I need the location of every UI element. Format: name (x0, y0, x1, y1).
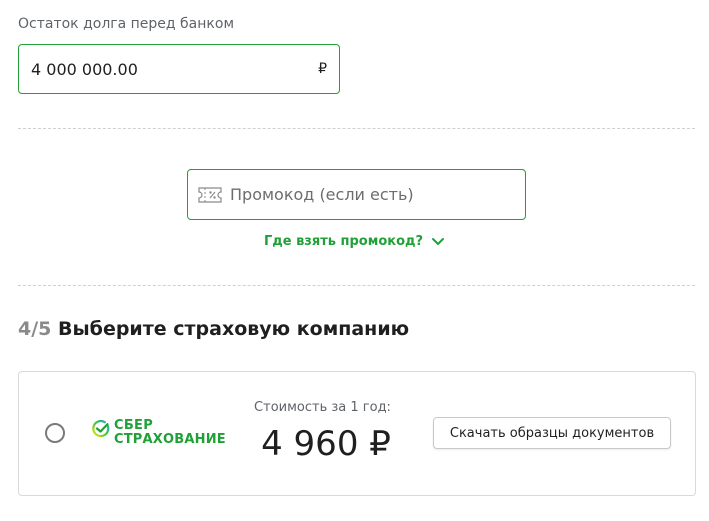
chevron-down-icon[interactable] (431, 237, 445, 247)
promo-code-input[interactable] (230, 185, 515, 204)
debt-currency: ₽ (318, 61, 327, 77)
download-samples-button[interactable]: Скачать образцы документов (433, 417, 671, 449)
section-divider (18, 285, 695, 286)
logo-line2: СТРАХОВАНИЕ (114, 432, 226, 447)
step-number: 4/5 (18, 318, 52, 340)
insurance-price: 4 960 ₽ (261, 424, 391, 464)
sber-logo-icon (92, 419, 110, 438)
step-title: Выберите страховую компанию (58, 318, 410, 340)
logo-line1: СБЕР (114, 418, 154, 433)
promo-help-label[interactable]: Где взять промокод? (264, 234, 423, 249)
debt-amount-value[interactable]: 4 000 000.00 (31, 60, 318, 79)
promo-help-link[interactable]: Где взять промокод? (0, 234, 709, 249)
sber-insurance-logo: СБЕР СТРАХОВАНИЕ (92, 419, 226, 447)
section-divider (18, 128, 695, 129)
debt-amount-field[interactable]: 4 000 000.00 ₽ (18, 44, 340, 94)
step-heading: 4/5 Выберите страховую компанию (18, 318, 409, 340)
promo-ticket-icon (198, 186, 222, 204)
debt-label: Остаток долга перед банком (18, 16, 235, 32)
price-caption: Стоимость за 1 год: (254, 400, 391, 415)
insurer-radio[interactable] (45, 423, 65, 443)
promo-code-field[interactable] (187, 169, 526, 220)
